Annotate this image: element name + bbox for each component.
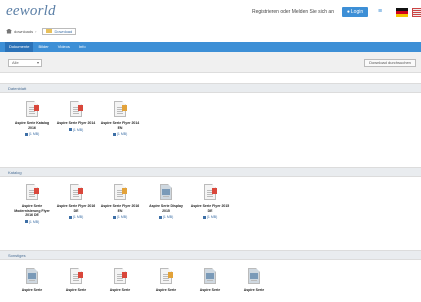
file-name: Aspire Serie: [155, 288, 177, 292]
file-name: Aspire Serie Modernisierung Flyer 2016 D…: [14, 204, 50, 217]
file-tile[interactable]: Aspire Serie Flyer 2016 EN (1 MB): [100, 184, 140, 219]
pdf-file-icon: [70, 101, 83, 117]
breadcrumb-current-label: Download: [54, 28, 73, 34]
german-flag-icon[interactable]: [396, 8, 408, 17]
download-icon: [24, 132, 28, 136]
file-name: Aspire Serie: [199, 288, 221, 292]
download-icon: [112, 215, 116, 219]
download-icon: [158, 215, 162, 219]
lock-icon: ●: [346, 9, 350, 15]
download-icon: [24, 220, 28, 224]
file-tile[interactable]: Aspire Serie Flyer 2015 DE (1 MB): [190, 184, 230, 219]
document-file-icon: [160, 268, 173, 284]
section-header-datasheet[interactable]: Datenblatt: [0, 83, 421, 93]
image-file-icon: [26, 268, 38, 284]
download-icon: [112, 132, 116, 136]
file-tile[interactable]: Aspire Serie: [12, 268, 52, 293]
download-icon: [68, 128, 72, 132]
file-name: Aspire Serie Flyer 2015 DE: [190, 204, 230, 213]
signin-prompt: Registrieren oder Melden Sie sich an: [252, 9, 334, 15]
document-file-icon: [114, 101, 127, 117]
category-filter-select[interactable]: Alle ▾: [8, 59, 42, 67]
site-logo[interactable]: eeworld: [6, 3, 56, 20]
image-file-icon: [160, 184, 172, 200]
file-download-link[interactable]: (1 MB): [12, 132, 52, 136]
image-file-icon: [248, 268, 260, 284]
filter-toolbar: Alle ▾ Download durchsuchen: [0, 52, 421, 73]
file-tile[interactable]: Aspire Serie Display 2015 (1 MB): [146, 184, 186, 219]
file-name: Aspire Serie: [243, 288, 265, 292]
folder-icon: [46, 29, 53, 33]
tab-info[interactable]: Info: [75, 42, 90, 52]
file-download-link[interactable]: (1 MB): [100, 132, 140, 136]
file-download-link[interactable]: (1 MB): [56, 215, 96, 219]
pdf-file-icon: [26, 184, 39, 200]
file-download-link[interactable]: (1 MB): [100, 215, 140, 219]
pdf-file-icon: [70, 184, 83, 200]
breadcrumb-current[interactable]: Download: [42, 27, 77, 35]
download-icon: [68, 215, 72, 219]
file-name: Aspire Serie Flyer 2014 EN: [100, 121, 140, 130]
section-title: Sonstiges: [8, 253, 26, 258]
login-label: Login: [350, 9, 364, 15]
chevron-down-icon: ▾: [36, 60, 39, 65]
download-icon: [202, 215, 206, 219]
file-tile[interactable]: Aspire Serie Flyer 2014 (1 MB): [56, 101, 96, 132]
tab-bar: Dokumente Bilder Videos Info: [0, 42, 421, 52]
section-header-other[interactable]: Sonstiges: [0, 250, 421, 260]
file-tile[interactable]: Aspire Serie Katalog 2016 (1 MB): [12, 101, 52, 136]
pdf-file-icon: [70, 268, 83, 284]
file-download-link[interactable]: (1 MB): [56, 128, 96, 132]
file-download-link[interactable]: (1 MB): [190, 215, 230, 219]
section-title: Datenblatt: [8, 86, 27, 91]
breadcrumb-home-label: downloads: [14, 28, 34, 34]
file-tile[interactable]: Aspire Serie: [100, 268, 140, 293]
document-file-icon: [114, 184, 127, 200]
pdf-file-icon: [204, 184, 217, 200]
file-tile[interactable]: Aspire Serie: [234, 268, 274, 293]
section-title: Katalog: [8, 170, 22, 175]
tab-videos[interactable]: Videos: [54, 42, 74, 52]
home-icon: [6, 28, 12, 34]
breadcrumb-home[interactable]: downloads ›: [6, 28, 38, 34]
file-tile[interactable]: Aspire Serie: [56, 268, 96, 293]
search-downloads-button[interactable]: Download durchsuchen: [364, 59, 416, 67]
file-download-link[interactable]: (1 MB): [12, 220, 52, 224]
file-name: Aspire Serie Flyer 2016 EN: [100, 204, 140, 213]
tab-images[interactable]: Bilder: [34, 42, 52, 52]
login-button[interactable]: ●Login: [342, 7, 368, 17]
file-tile[interactable]: Aspire Serie Flyer 2014 EN (1 MB): [100, 101, 140, 136]
file-download-link[interactable]: (1 MB): [146, 215, 186, 219]
file-name: Aspire Serie: [21, 288, 43, 292]
file-name: Aspire Serie: [109, 288, 131, 292]
tab-documents[interactable]: Dokumente: [5, 42, 34, 52]
section-header-catalog[interactable]: Katalog: [0, 167, 421, 177]
pdf-file-icon: [26, 101, 39, 117]
top-header: eeworld Registrieren oder Melden Sie sic…: [0, 0, 421, 22]
file-tile[interactable]: Aspire Serie Flyer 2016 DE (1 MB): [56, 184, 96, 219]
file-name: Aspire Serie: [65, 288, 87, 292]
file-name: Aspire Serie Flyer 2014: [56, 121, 96, 125]
image-file-icon: [204, 268, 216, 284]
file-tile[interactable]: Aspire Serie: [190, 268, 230, 293]
english-flag-icon[interactable]: [412, 8, 421, 17]
breadcrumb: downloads › Download: [6, 27, 77, 35]
file-tile[interactable]: Aspire Serie Modernisierung Flyer 2016 D…: [12, 184, 52, 224]
file-name: Aspire Serie Display 2015: [149, 204, 183, 213]
help-icon[interactable]: ≡: [378, 8, 382, 16]
file-tile[interactable]: Aspire Serie: [146, 268, 186, 293]
file-name: Aspire Serie Katalog 2016: [14, 121, 50, 130]
pdf-file-icon: [114, 268, 127, 284]
chevron-right-icon: ›: [35, 28, 37, 34]
file-name: Aspire Serie Flyer 2016 DE: [56, 204, 96, 213]
filter-value: Alle: [12, 60, 19, 65]
